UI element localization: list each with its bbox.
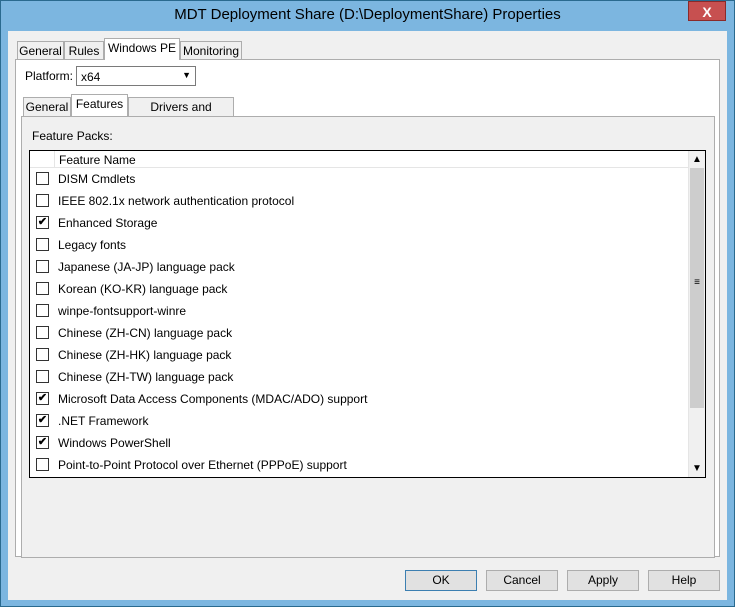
scroll-up-icon[interactable]: ▲ (689, 151, 705, 168)
tab-general[interactable]: General (17, 41, 64, 60)
feature-name: .NET Framework (58, 414, 149, 428)
feature-name: DISM Cmdlets (58, 172, 136, 186)
feature-name: winpe-fontsupport-winre (58, 304, 187, 318)
feature-name: Korean (KO-KR) language pack (58, 282, 228, 296)
feature-name: Japanese (JA-JP) language pack (58, 260, 235, 274)
feature-checkbox[interactable] (36, 370, 49, 383)
list-item[interactable]: Chinese (ZH-CN) language pack (30, 323, 688, 345)
feature-checkbox[interactable] (36, 194, 49, 207)
feature-checkbox[interactable] (36, 326, 49, 339)
feature-checkbox[interactable] (36, 348, 49, 361)
tab-monitoring[interactable]: Monitoring (180, 41, 242, 60)
platform-label: Platform: (25, 69, 74, 83)
feature-checkbox[interactable]: ✔ (36, 392, 49, 405)
list-item[interactable]: ✔ Microsoft Data Access Components (MDAC/… (30, 389, 688, 411)
feature-checkbox[interactable] (36, 238, 49, 251)
title-bar[interactable]: MDT Deployment Share (D:\DeploymentShare… (1, 1, 734, 31)
feature-checkbox[interactable]: ✔ (36, 414, 49, 427)
header-check-column[interactable] (30, 151, 55, 167)
feature-name: Chinese (ZH-HK) language pack (58, 348, 232, 362)
dialog-client-area: General Rules Windows PE Monitoring Plat… (8, 31, 727, 600)
chevron-down-icon: ▼ (182, 70, 191, 80)
tab-rules[interactable]: Rules (64, 41, 104, 60)
feature-packs-label: Feature Packs: (32, 129, 113, 143)
header-feature-name[interactable]: Feature Name (59, 153, 136, 167)
platform-value: x64 (81, 70, 101, 84)
subtab-features[interactable]: Features (71, 94, 128, 116)
list-item[interactable]: ✔ Windows PowerShell (30, 433, 688, 455)
apply-button[interactable]: Apply (567, 570, 639, 591)
list-item[interactable]: ✔ .NET Framework (30, 411, 688, 433)
scroll-thumb[interactable]: ≡ (690, 168, 704, 408)
feature-checkbox[interactable] (36, 260, 49, 273)
list-item[interactable]: Chinese (ZH-HK) language pack (30, 345, 688, 367)
help-button[interactable]: Help (648, 570, 720, 591)
feature-checkbox[interactable] (36, 304, 49, 317)
feature-name: Point-to-Point Protocol over Ethernet (P… (58, 458, 347, 472)
feature-name: Chinese (ZH-TW) language pack (58, 370, 234, 384)
list-item[interactable]: IEEE 802.1x network authentication proto… (30, 191, 688, 213)
subtab-drivers-and-patches[interactable]: Drivers and Patches (128, 97, 234, 132)
platform-select[interactable]: x64 ▼ (76, 66, 196, 86)
feature-checkbox[interactable]: ✔ (36, 436, 49, 449)
properties-window: MDT Deployment Share (D:\DeploymentShare… (0, 0, 735, 607)
vertical-scrollbar[interactable]: ▲ ≡ ▼ (688, 151, 705, 477)
feature-checkbox[interactable]: ✔ (36, 216, 49, 229)
ok-button[interactable]: OK (405, 570, 477, 591)
list-item[interactable]: Legacy fonts (30, 235, 688, 257)
subtab-general[interactable]: General (23, 97, 71, 116)
scroll-down-icon[interactable]: ▼ (689, 460, 705, 477)
cancel-button[interactable]: Cancel (486, 570, 558, 591)
list-item[interactable]: DISM Cmdlets (30, 169, 688, 191)
tab-windows-pe[interactable]: Windows PE (104, 38, 180, 60)
feature-name: Enhanced Storage (58, 216, 158, 230)
feature-name: Legacy fonts (58, 238, 127, 252)
grip-icon: ≡ (694, 277, 700, 288)
feature-name: Microsoft Data Access Components (MDAC/A… (58, 392, 368, 406)
list-item[interactable]: Japanese (JA-JP) language pack (30, 257, 688, 279)
list-item[interactable]: winpe-fontsupport-winre (30, 301, 688, 323)
feature-checkbox[interactable] (36, 172, 49, 185)
feature-name: Windows PowerShell (58, 436, 171, 450)
feature-list[interactable]: Feature Name DISM Cmdlets IEEE 802.1x net… (29, 150, 706, 478)
list-item[interactable]: ✔ Enhanced Storage (30, 213, 688, 235)
close-button[interactable]: X (688, 1, 726, 21)
feature-checkbox[interactable] (36, 458, 49, 471)
feature-name: Chinese (ZH-CN) language pack (58, 326, 233, 340)
window-title: MDT Deployment Share (D:\DeploymentShare… (174, 6, 561, 23)
list-item[interactable]: Chinese (ZH-TW) language pack (30, 367, 688, 389)
list-item[interactable]: Korean (KO-KR) language pack (30, 279, 688, 301)
feature-checkbox[interactable] (36, 282, 49, 295)
list-header: Feature Name (30, 151, 688, 168)
feature-name: IEEE 802.1x network authentication proto… (58, 194, 295, 208)
list-item[interactable]: Point-to-Point Protocol over Ethernet (P… (30, 455, 688, 477)
